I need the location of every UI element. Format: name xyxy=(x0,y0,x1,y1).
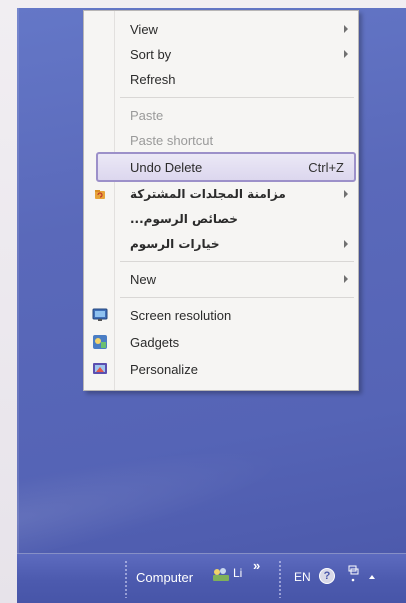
menu-item-screen-resolution[interactable]: Screen resolution xyxy=(84,303,358,327)
menu-separator xyxy=(120,261,354,262)
menu-item-shared-folders-sync[interactable]: مزامنة المجلدات المشتركة xyxy=(84,182,358,206)
chevron-right-icon xyxy=(344,25,348,33)
show-hidden-icons-arrow-icon[interactable] xyxy=(369,575,375,579)
menu-item-undo-delete-shortcut: Ctrl+Z xyxy=(308,159,344,175)
menu-separator xyxy=(120,297,354,298)
menu-separator xyxy=(120,97,354,98)
language-indicator[interactable]: EN xyxy=(294,570,311,584)
taskbar: Computer Li » EN ? xyxy=(17,553,406,603)
chevron-right-icon xyxy=(344,190,348,198)
menu-item-paste-shortcut-label: Paste shortcut xyxy=(130,132,214,148)
computer-toolbar-label[interactable]: Computer xyxy=(136,570,193,585)
toolbar-grip[interactable] xyxy=(125,560,127,598)
menu-item-refresh[interactable]: Refresh xyxy=(84,67,358,91)
menu-item-undo-delete[interactable]: Undo Delete Ctrl+Z xyxy=(96,152,356,182)
menu-item-paste-shortcut[interactable]: Paste shortcut xyxy=(84,128,358,152)
personalize-icon xyxy=(92,361,108,377)
menu-item-paste[interactable]: Paste xyxy=(84,103,358,127)
menu-item-personalize-label: Personalize xyxy=(130,361,198,377)
menu-item-shared-folders-sync-label: مزامنة المجلدات المشتركة xyxy=(130,187,286,201)
photo-frame: View Sort by Refresh Paste Paste shortcu… xyxy=(0,0,406,603)
tray-grip[interactable] xyxy=(279,560,281,598)
network-icon[interactable] xyxy=(347,564,359,589)
desktop-context-menu: View Sort by Refresh Paste Paste shortcu… xyxy=(83,10,359,391)
tray-app-label[interactable]: Li xyxy=(233,566,242,580)
menu-item-new[interactable]: New xyxy=(84,267,358,291)
help-icon[interactable]: ? xyxy=(319,568,335,584)
chevron-right-icon xyxy=(344,275,348,283)
menu-item-graphics-properties[interactable]: خصائص الرسوم... xyxy=(84,207,358,231)
menu-item-graphics-properties-label: خصائص الرسوم... xyxy=(130,212,238,226)
menu-item-refresh-label: Refresh xyxy=(130,71,176,87)
screen-resolution-icon xyxy=(92,307,108,323)
menu-item-screen-resolution-label: Screen resolution xyxy=(130,307,232,323)
menu-item-paste-label: Paste xyxy=(130,107,164,123)
chevron-right-icon xyxy=(344,50,348,58)
sync-folder-icon xyxy=(92,186,108,202)
menu-item-graphics-options-label: خيارات الرسوم xyxy=(130,237,220,251)
menu-item-personalize[interactable]: Personalize xyxy=(84,357,358,381)
gadgets-icon xyxy=(92,334,108,350)
toolbar-overflow-chevron-icon[interactable]: » xyxy=(253,558,260,573)
tray-app-icon[interactable] xyxy=(212,566,230,587)
menu-item-graphics-options[interactable]: خيارات الرسوم xyxy=(84,232,358,256)
menu-item-gadgets[interactable]: Gadgets xyxy=(84,330,358,354)
menu-item-sort-by-label: Sort by xyxy=(130,46,172,62)
menu-item-sort-by[interactable]: Sort by xyxy=(84,42,358,66)
menu-item-view[interactable]: View xyxy=(84,17,358,41)
menu-item-new-label: New xyxy=(130,271,157,287)
menu-item-view-label: View xyxy=(130,21,158,37)
menu-item-undo-delete-label: Undo Delete xyxy=(130,159,203,175)
menu-item-gadgets-label: Gadgets xyxy=(130,334,180,350)
chevron-right-icon xyxy=(344,240,348,248)
